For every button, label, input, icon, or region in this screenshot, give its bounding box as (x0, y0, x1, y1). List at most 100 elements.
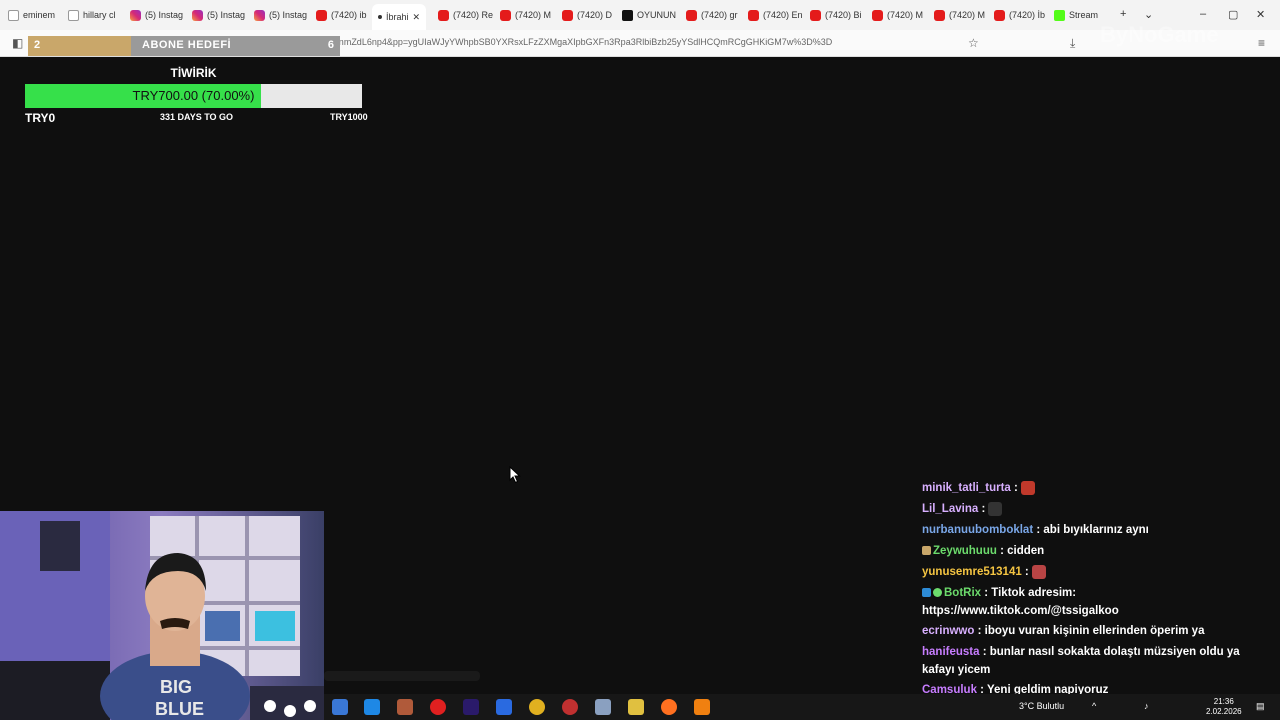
tab-label: (7420) M (949, 10, 986, 20)
chat-username[interactable]: yunusemre513141 (922, 566, 1022, 578)
browser-tab[interactable]: (7420) gr (686, 4, 738, 26)
tab-label: Stream (1069, 10, 1099, 20)
chat-username[interactable]: nurbanuubomboklat (922, 524, 1033, 536)
chat-separator: : (978, 503, 989, 515)
chat-message: yunusemre513141 : (922, 563, 1262, 581)
browser-tab[interactable]: (7420) M (934, 4, 985, 26)
browser-tab[interactable]: (7420) ib (316, 4, 367, 26)
browser-tab[interactable]: (7420) Bi (810, 4, 862, 26)
browser-tab[interactable]: (7420) M (872, 4, 923, 26)
subscriber-goal-start: 2 (34, 39, 41, 51)
browser-tab[interactable]: eminem (8, 4, 55, 26)
browser-tab[interactable]: (7420) Re (438, 4, 493, 26)
chat-username[interactable]: Zeywuhuuu (933, 545, 997, 557)
new-tab-button[interactable]: + (1120, 8, 1126, 20)
close-tab-icon[interactable]: ✕ (413, 12, 421, 23)
browser-tab[interactable]: İbrahi ✕ (372, 4, 427, 30)
chrome-icon[interactable] (529, 699, 545, 715)
weather-widget[interactable]: 3°C Bulutlu (1019, 701, 1064, 711)
browser-tab[interactable]: (5) Instag (254, 4, 307, 26)
bookmark-star-icon[interactable]: ☆ (968, 36, 979, 50)
ig-tab-icon (192, 9, 203, 21)
menu-icon[interactable]: ≡ (1258, 36, 1265, 50)
chat-separator: : (981, 587, 992, 599)
opera-icon[interactable] (430, 699, 446, 715)
scrollbar[interactable] (324, 671, 480, 681)
app-icon[interactable] (397, 699, 413, 715)
vlc-icon[interactable] (694, 699, 710, 715)
chat-separator: : (974, 625, 985, 637)
yt-tab-icon (748, 9, 759, 21)
mouse-cursor-icon (509, 466, 521, 484)
chat-text: abi bıyıklarınız aynı (1043, 524, 1149, 536)
volume-icon[interactable]: ♪ (1144, 701, 1149, 711)
chat-message: minik_tatli_turta : (922, 479, 1262, 497)
clock-date: 2.02.2026 (1206, 707, 1242, 716)
chat-username[interactable]: hanifeusta (922, 646, 980, 658)
yt-tab-icon (810, 9, 821, 21)
browser-tab[interactable]: Stream (1054, 4, 1098, 26)
ig-tab-icon (130, 9, 141, 21)
donation-goal-days: 331 DAYS TO GO (160, 112, 234, 122)
chat-text: bunlar nasıl sokakta dolaştı müzsiyen ol… (989, 646, 1240, 658)
chat-separator: : (979, 646, 990, 658)
chat-emote-icon (1031, 564, 1046, 579)
start-icon[interactable] (332, 699, 348, 715)
download-icon[interactable]: ⤓ (1070, 36, 1075, 51)
subscriber-goal-end: 6 (327, 39, 334, 51)
tab-label: (5) Instag (145, 10, 184, 20)
chat-emote-icon (988, 501, 1003, 516)
close-window-button[interactable]: ✕ (1256, 8, 1265, 21)
svg-text:BLUE: BLUE (155, 699, 204, 719)
tray-chevron-icon[interactable]: ^ (1092, 701, 1096, 711)
browser-tab[interactable]: (7420) D (562, 4, 612, 26)
yt-tab-icon (994, 9, 1005, 21)
browser-tab[interactable]: hillary cl (68, 4, 116, 26)
tab-label: (7420) gr (701, 10, 738, 20)
tab-label: hillary cl (83, 10, 116, 20)
firefox-icon[interactable] (661, 699, 677, 715)
taskbar-clock[interactable]: 21:36 2.02.2026 (1206, 697, 1242, 717)
chat-username[interactable]: Lil_Lavina (922, 503, 978, 515)
tab-label: İbrahi (386, 12, 409, 22)
chat-message: nurbanuubomboklat : abi bıyıklarınız ayn… (922, 521, 1262, 539)
donation-goal-amount: TRY700.00 (70.00%) (132, 88, 255, 103)
tab-label: (7420) D (577, 10, 613, 20)
chat-separator: : (1033, 524, 1044, 536)
chat-message: Lil_Lavina : (922, 500, 1262, 518)
chat-username[interactable]: BotRix (944, 587, 981, 599)
premiere-icon[interactable] (463, 699, 479, 715)
chat-message: Zeywuhuuu : cidden (922, 542, 1262, 560)
maximize-button[interactable]: ▢ (1228, 8, 1238, 21)
sidebar-toggle-icon[interactable]: ◧ (12, 36, 23, 50)
tab-search-icon[interactable]: ⌄ (1144, 8, 1153, 21)
browser-tab[interactable]: (5) Instag (192, 4, 245, 26)
browser-tab[interactable]: (7420) İb (994, 4, 1045, 26)
yt-tab-icon (686, 9, 697, 21)
chat-text-continued: kafayı yicem (922, 664, 991, 676)
game-icon[interactable] (496, 699, 512, 715)
browser-tab[interactable]: (7420) M (500, 4, 551, 26)
tt-tab-icon (622, 9, 633, 21)
browser-tab[interactable]: OYUNUN (622, 4, 676, 26)
chat-separator: : (1010, 482, 1022, 494)
explorer-icon[interactable] (628, 699, 644, 715)
subscriber-goal-bar: 2 ABONE HEDEFİ 6 (28, 36, 340, 56)
obs-icon[interactable] (562, 699, 578, 715)
browser-tab[interactable]: (5) Instag (130, 4, 183, 26)
browser-tab[interactable]: (7420) En (748, 4, 803, 26)
tab-label: (7420) M (887, 10, 924, 20)
chat-text: Tiktok adresim: (991, 587, 1077, 599)
outlook-icon[interactable] (364, 699, 380, 715)
minimize-button[interactable]: – (1200, 8, 1206, 20)
chat-username[interactable]: ecrinwwo (922, 625, 974, 637)
donation-goal-title: TİWİRİK (170, 66, 217, 80)
chat-message: hanifeusta : bunlar nasıl sokakta dolaşt… (922, 643, 1262, 679)
chat-text-continued: https://www.tiktok.com/@tssigalkoo (922, 605, 1119, 617)
notification-icon[interactable]: ▤ (1256, 701, 1265, 712)
yt-tab-icon (500, 9, 511, 21)
chat-username[interactable]: minik_tatli_turta (922, 482, 1011, 494)
browser-tab-strip: eminem hillary cl (5) Instag (5) Instag (5) … (0, 0, 1280, 30)
tool-icon[interactable] (595, 699, 611, 715)
yt-tab-icon (872, 9, 883, 21)
